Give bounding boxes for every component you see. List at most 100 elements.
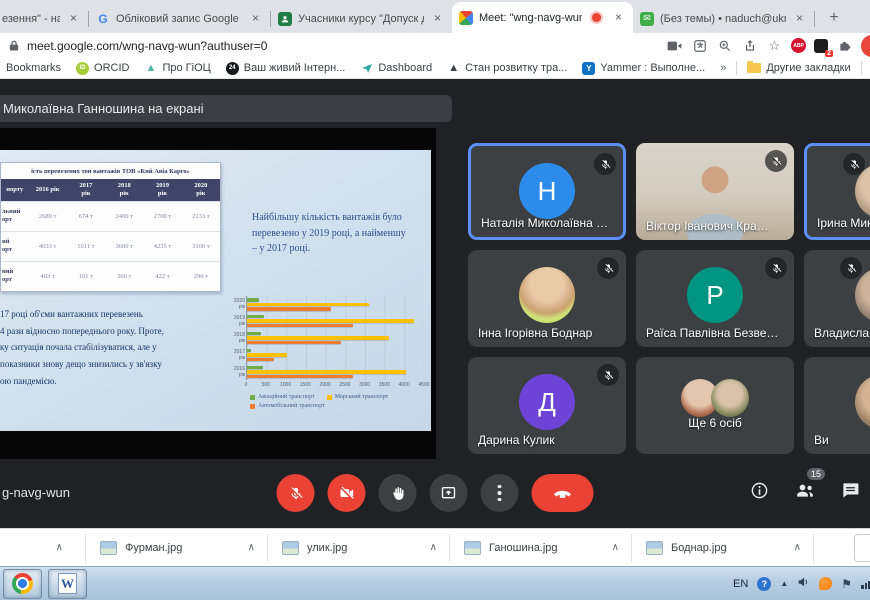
adblock-plus-icon[interactable]: ABP xyxy=(791,38,806,53)
table-header-row: порту2016 рік2017 рік2018 рік2019 рік202… xyxy=(1,179,220,201)
participant-tile[interactable]: ДДарина Кулик xyxy=(468,357,626,454)
chart-bar xyxy=(247,336,389,340)
bookmark-item[interactable]: ▲Про ГіОЦ xyxy=(144,62,210,75)
chart-bar-group: 2019 рік xyxy=(247,315,424,328)
download-filename: Ганошина.jpg xyxy=(489,542,558,554)
bookmark-item[interactable]: 24Ваш живий Інтерн... xyxy=(226,62,346,75)
taskbar-word-button[interactable]: W xyxy=(48,569,87,599)
chart-plot-area: 2020 рік2019 рік2018 рік2017 рік2016 рік xyxy=(246,296,424,380)
bookmark-item[interactable]: iDORCID xyxy=(76,62,129,75)
slide-table-card: ість перевезених тон вантажів ТОВ «Кий А… xyxy=(0,162,221,292)
table-cell: 3600 т xyxy=(105,231,143,261)
language-indicator[interactable]: EN xyxy=(733,578,748,590)
table-cell: 296 т xyxy=(182,261,220,291)
participant-name: Ви xyxy=(814,433,829,447)
column-header: 2019 рік xyxy=(143,179,181,201)
browser-tab[interactable]: езення" - навча× xyxy=(0,4,88,33)
tab-close-icon[interactable]: × xyxy=(430,11,445,26)
tab-close-icon[interactable]: × xyxy=(611,10,626,25)
bookmarks-right: » Другие закладки xyxy=(720,61,870,75)
network-icon[interactable] xyxy=(861,578,870,589)
legend-item: Автомобільний транспорт xyxy=(250,403,325,409)
participant-name: Владисла xyxy=(814,326,869,340)
tab-close-icon[interactable]: × xyxy=(792,11,807,26)
chat-icon[interactable] xyxy=(841,481,860,505)
chart-x-axis: 050010001500200025003000350040004500 xyxy=(246,382,424,390)
mic-off-button[interactable] xyxy=(277,474,315,512)
axis-tick-label: 4500 xyxy=(418,382,429,388)
participants-icon[interactable]: 15 xyxy=(794,480,816,505)
raise-hand-button[interactable] xyxy=(379,474,417,512)
tab-title: Meet: "wng-navg-wun" xyxy=(479,12,582,24)
chevron-up-icon[interactable]: ∧ xyxy=(248,542,255,553)
bookmark-item[interactable]: Bookmarks xyxy=(6,62,61,74)
present-screen-button[interactable] xyxy=(430,474,468,512)
bookmark-item[interactable]: Dashboard xyxy=(360,62,432,75)
extension-icon[interactable]: 2 xyxy=(814,39,828,53)
end-call-button[interactable] xyxy=(532,474,594,512)
browser-tab[interactable]: ✉(Без темы) • naduch@ukr.net× xyxy=(633,4,814,33)
orcid-icon: iD xyxy=(76,62,89,75)
taskbar-chrome-button[interactable] xyxy=(3,569,42,599)
participant-tile[interactable]: Владисла xyxy=(804,250,870,347)
camera-in-use-icon[interactable] xyxy=(666,37,683,54)
url-text[interactable]: meet.google.com/wng-navg-wun?authuser=0 xyxy=(27,39,267,53)
extensions-puzzle-icon[interactable] xyxy=(836,37,853,54)
zoom-icon[interactable] xyxy=(716,37,733,54)
meeting-details-icon[interactable] xyxy=(750,481,769,505)
legend-label: Автомобільний транспорт xyxy=(258,403,325,409)
more-options-button[interactable] xyxy=(481,474,519,512)
chart-bar-group: 2017 рік xyxy=(247,349,424,362)
axis-tick-label: 1000 xyxy=(280,382,291,388)
freight-bar-chart: 2020 рік2019 рік2018 рік2017 рік2016 рік… xyxy=(228,294,430,428)
action-center-flag-icon[interactable]: ⚑ xyxy=(841,578,852,590)
bookmarks-overflow-icon[interactable]: » xyxy=(720,62,726,74)
chevron-up-icon[interactable]: ∧ xyxy=(56,542,63,553)
presentation-slide: ість перевезених тон вантажів ТОВ «Кий А… xyxy=(0,150,431,431)
volume-icon[interactable] xyxy=(797,576,810,591)
browser-tab[interactable]: Учасники курсу "Допуск до за× xyxy=(271,4,452,33)
meeting-code: g-navg-wun xyxy=(2,485,70,500)
participant-tile[interactable]: Ще 6 осіб xyxy=(636,357,794,454)
tab-close-icon[interactable]: × xyxy=(248,11,263,26)
share-icon[interactable] xyxy=(741,37,758,54)
show-all-downloads-button[interactable] xyxy=(854,534,870,562)
download-item-partial[interactable]: ∧ xyxy=(0,542,85,553)
participant-tile[interactable]: Інна Ігорівна Боднар xyxy=(468,250,626,347)
participant-name: Віктор Іванович Кра… xyxy=(646,219,769,233)
table-cell: 4033 т xyxy=(28,231,66,261)
browser-tab[interactable]: Meet: "wng-navg-wun" × xyxy=(452,2,633,33)
bookmark-label: Стан розвитку тра... xyxy=(465,62,567,74)
help-icon[interactable]: ? xyxy=(757,577,771,591)
participant-tile[interactable]: ННаталія Миколаївна … xyxy=(468,143,626,240)
meet-control-bar: g-navg-wun 15 xyxy=(0,460,870,528)
shared-screen[interactable]: ість перевезених тон вантажів ТОВ «Кий А… xyxy=(0,128,436,459)
translate-icon[interactable] xyxy=(691,37,708,54)
chevron-up-icon[interactable]: ∧ xyxy=(430,542,437,553)
download-item[interactable]: Ганошина.jpg ∧ xyxy=(450,541,631,555)
participant-tile[interactable]: РРаїса Павлівна Безве… xyxy=(636,250,794,347)
bookmark-item[interactable]: ▲Стан розвитку тра... xyxy=(447,62,567,75)
table-row: ий орт4033 т1011 т3600 т4235 т3100 т xyxy=(1,231,220,261)
download-item[interactable]: Боднар.jpg∧ xyxy=(632,541,813,555)
download-item[interactable]: Фурман.jpg∧ xyxy=(86,541,267,555)
chevron-up-icon[interactable]: ∧ xyxy=(794,542,801,553)
new-tab-button[interactable]: + xyxy=(821,5,847,31)
participant-tile[interactable]: Віктор Іванович Кра… xyxy=(636,143,794,240)
download-item[interactable]: улик.jpg∧ xyxy=(268,541,449,555)
hidden-icons-chevron[interactable]: ▲ xyxy=(780,579,788,588)
bookmark-item[interactable]: YYammer : Выполне... xyxy=(582,62,705,75)
avast-icon[interactable] xyxy=(819,577,832,590)
participant-tile[interactable]: Ви xyxy=(804,357,870,454)
participant-tile[interactable]: Ірина Мик xyxy=(804,143,870,240)
chevron-up-icon[interactable]: ∧ xyxy=(612,542,619,553)
chrome-icon xyxy=(12,573,33,594)
camera-off-button[interactable] xyxy=(328,474,366,512)
tab-close-icon[interactable]: × xyxy=(66,11,81,26)
other-bookmarks-button[interactable]: Другие закладки xyxy=(747,62,850,74)
lock-icon[interactable] xyxy=(9,39,19,52)
bookmark-star-icon[interactable]: ☆ xyxy=(766,37,783,54)
profile-avatar[interactable] xyxy=(861,35,870,57)
participant-name: Ірина Мик xyxy=(817,216,870,230)
browser-tab[interactable]: GОбліковий запис Google× xyxy=(89,4,270,33)
